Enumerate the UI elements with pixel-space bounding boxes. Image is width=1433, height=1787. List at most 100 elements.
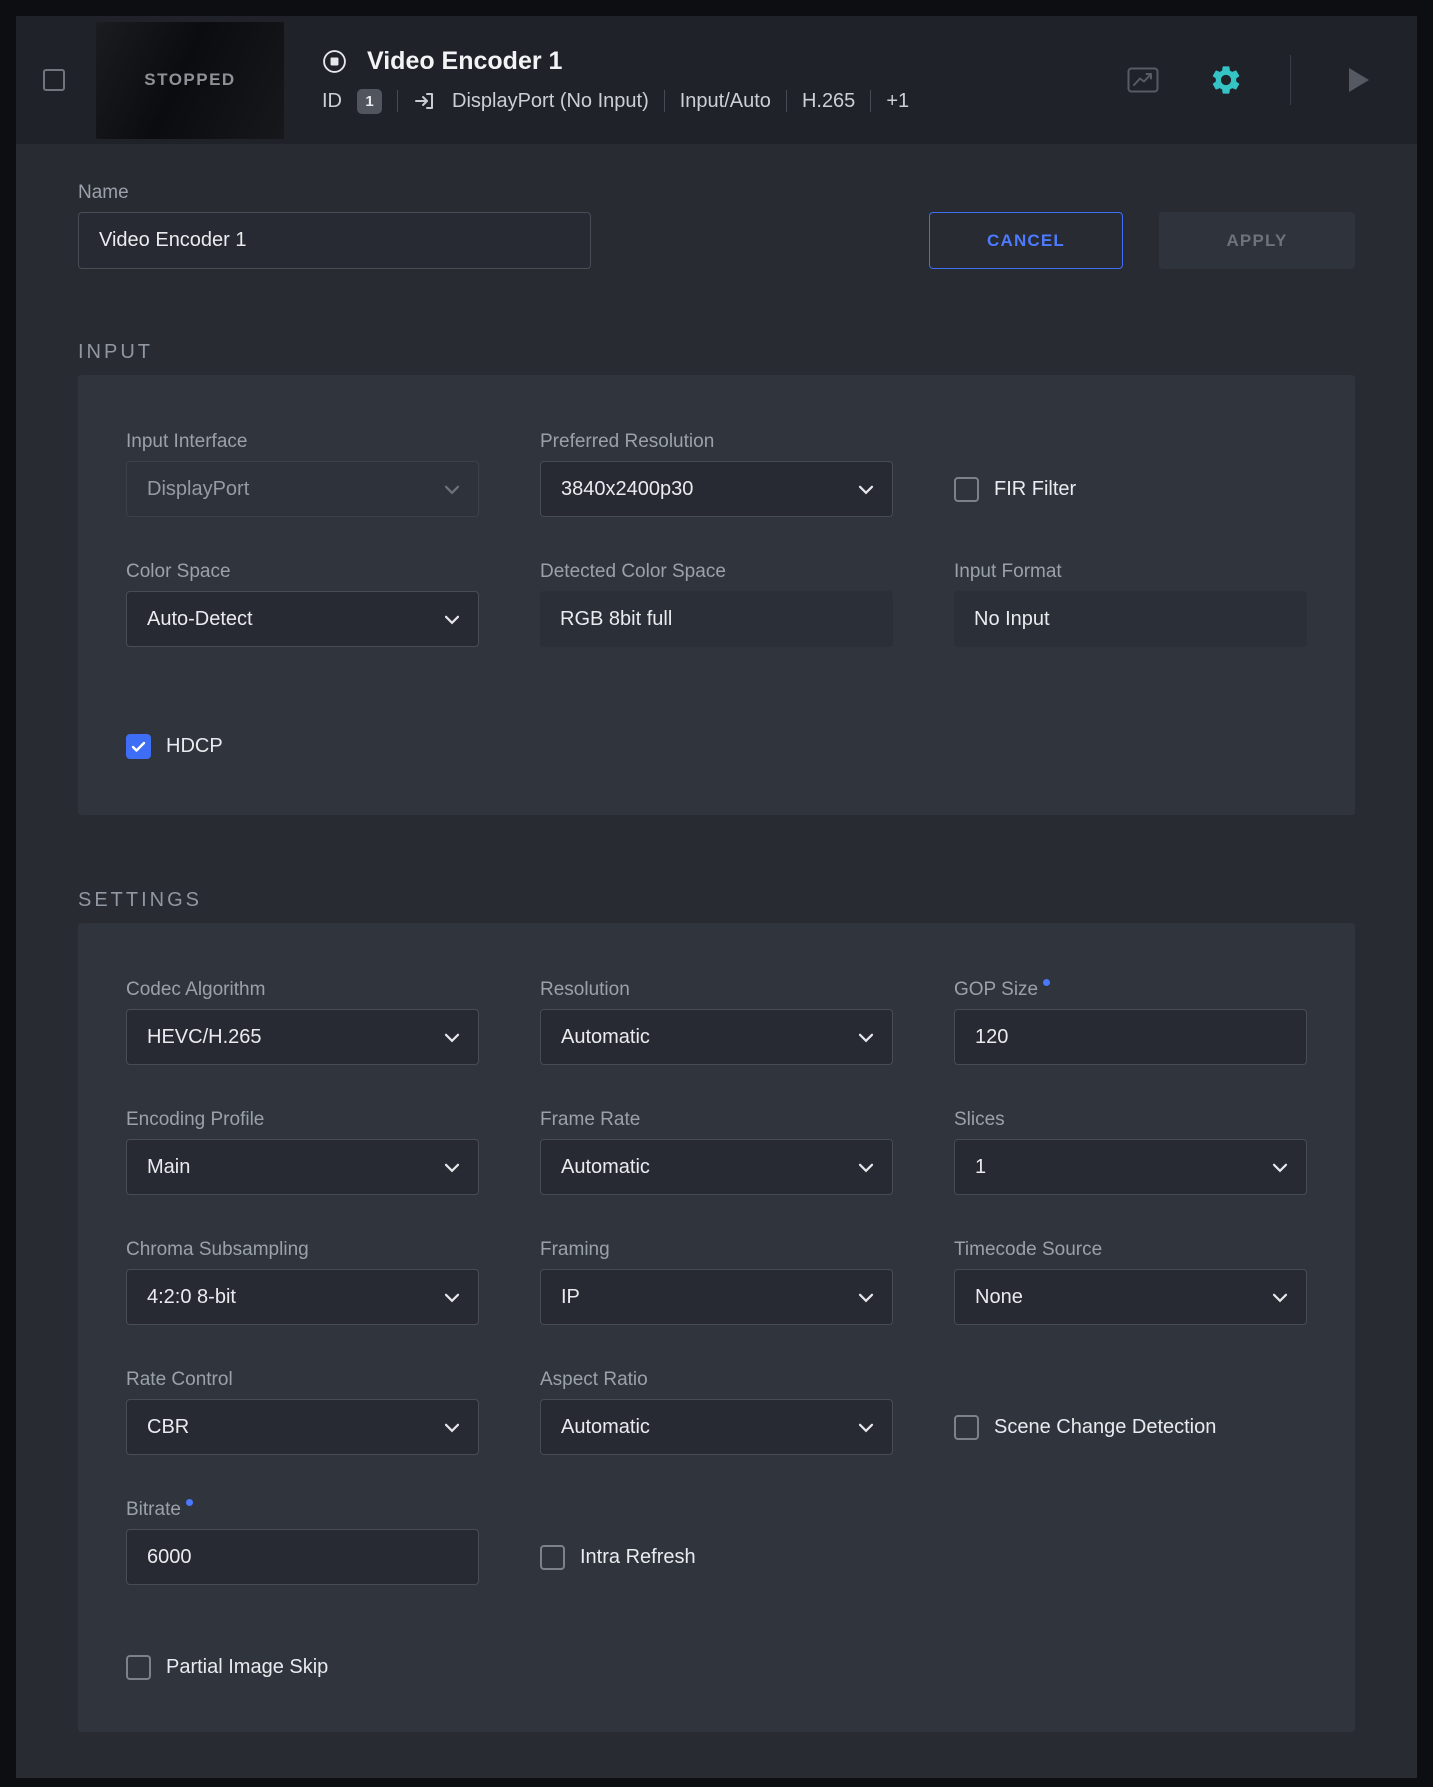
divider: [1290, 55, 1291, 105]
title-row: Video Encoder 1: [322, 47, 909, 76]
id-label: ID: [322, 90, 342, 113]
color-space-value: Auto-Detect: [147, 608, 253, 631]
cancel-button[interactable]: CANCEL: [929, 212, 1123, 269]
input-interface-field: Input Interface DisplayPort: [126, 431, 479, 517]
chevron-down-icon: [444, 1163, 460, 1173]
checkbox-box[interactable]: [126, 1655, 151, 1680]
input-interface-label: Input Interface: [126, 431, 479, 453]
settings-panel: Codec Algorithm HEVC/H.265 Resolution Au…: [78, 923, 1355, 1732]
scene-change-detection-label: Scene Change Detection: [994, 1416, 1216, 1439]
frame-rate-field: Frame Rate Automatic: [540, 1109, 893, 1195]
checkbox-box[interactable]: [954, 1415, 979, 1440]
encoder-header: STOPPED Video Encoder 1 ID 1: [16, 16, 1417, 144]
divider: [664, 90, 665, 112]
checkbox-box[interactable]: [126, 734, 151, 759]
detected-color-space-field: Detected Color Space RGB 8bit full: [540, 561, 893, 647]
title-block: Video Encoder 1 ID 1 DisplayPort (No Inp…: [322, 47, 909, 114]
aspect-ratio-select[interactable]: Automatic: [540, 1399, 893, 1455]
aspect-ratio-value: Automatic: [561, 1416, 650, 1439]
slices-select[interactable]: 1: [954, 1139, 1307, 1195]
resolution-select[interactable]: Automatic: [540, 1009, 893, 1065]
codec-algorithm-value: HEVC/H.265: [147, 1026, 262, 1049]
chevron-down-icon: [1272, 1293, 1288, 1303]
bitrate-label: Bitrate: [126, 1499, 479, 1521]
fir-filter-label: FIR Filter: [994, 478, 1076, 501]
stats-icon[interactable]: [1127, 66, 1159, 94]
resolution-value: Automatic: [561, 1026, 650, 1049]
partial-image-skip-checkbox[interactable]: Partial Image Skip: [126, 1655, 1307, 1680]
rate-control-value: CBR: [147, 1416, 189, 1439]
meta-row: ID 1 DisplayPort (No Input) Input/Auto H…: [322, 89, 909, 114]
chevron-down-icon: [858, 1293, 874, 1303]
modified-dot: [1043, 979, 1050, 986]
frame-rate-label: Frame Rate: [540, 1109, 893, 1131]
settings-gear-icon[interactable]: [1209, 63, 1243, 97]
encoding-profile-value: Main: [147, 1156, 190, 1179]
partial-image-skip-label: Partial Image Skip: [166, 1656, 328, 1679]
play-icon[interactable]: [1347, 66, 1371, 94]
detected-color-space-value: RGB 8bit full: [540, 591, 893, 647]
chevron-down-icon: [444, 615, 460, 625]
hdcp-label: HDCP: [166, 735, 223, 758]
bitrate-input[interactable]: [126, 1529, 479, 1585]
preferred-resolution-select[interactable]: 3840x2400p30: [540, 461, 893, 517]
settings-grid: Codec Algorithm HEVC/H.265 Resolution Au…: [126, 979, 1307, 1585]
meta-more: +1: [886, 90, 909, 113]
meta-mode: Input/Auto: [680, 90, 771, 113]
aspect-ratio-field: Aspect Ratio Automatic: [540, 1369, 893, 1455]
gop-size-input[interactable]: [954, 1009, 1307, 1065]
slices-field: Slices 1: [954, 1109, 1307, 1195]
settings-section-title: SETTINGS: [78, 887, 1355, 913]
chevron-down-icon: [858, 1163, 874, 1173]
input-interface-select[interactable]: DisplayPort: [126, 461, 479, 517]
preview-thumbnail: STOPPED: [96, 22, 284, 139]
gop-size-field: GOP Size: [954, 979, 1307, 1065]
color-space-select[interactable]: Auto-Detect: [126, 591, 479, 647]
checkbox-box[interactable]: [540, 1545, 565, 1570]
encoding-profile-select[interactable]: Main: [126, 1139, 479, 1195]
check-icon: [131, 741, 146, 753]
name-input[interactable]: [78, 212, 591, 269]
rate-control-label: Rate Control: [126, 1369, 479, 1391]
preferred-resolution-label: Preferred Resolution: [540, 431, 893, 453]
color-space-label: Color Space: [126, 561, 479, 583]
status-badge: STOPPED: [144, 70, 235, 90]
input-format-value: No Input: [954, 591, 1307, 647]
codec-algorithm-field: Codec Algorithm HEVC/H.265: [126, 979, 479, 1065]
checkbox-box[interactable]: [954, 477, 979, 502]
input-format-label: Input Format: [954, 561, 1307, 583]
hdcp-checkbox[interactable]: HDCP: [126, 734, 1307, 759]
encoding-profile-field: Encoding Profile Main: [126, 1109, 479, 1195]
chroma-subsampling-label: Chroma Subsampling: [126, 1239, 479, 1261]
chroma-subsampling-select[interactable]: 4:2:0 8-bit: [126, 1269, 479, 1325]
name-label: Name: [78, 182, 591, 204]
fir-filter-checkbox[interactable]: FIR Filter: [954, 461, 1307, 517]
chevron-down-icon: [858, 1033, 874, 1043]
gop-size-label: GOP Size: [954, 979, 1307, 1001]
input-panel: Input Interface DisplayPort Preferred Re…: [78, 375, 1355, 815]
chevron-down-icon: [1272, 1163, 1288, 1173]
action-buttons: CANCEL APPLY: [929, 212, 1355, 269]
timecode-source-value: None: [975, 1286, 1023, 1309]
input-format-field: Input Format No Input: [954, 561, 1307, 647]
timecode-source-field: Timecode Source None: [954, 1239, 1307, 1325]
select-encoder-checkbox[interactable]: [43, 69, 65, 91]
detected-color-space-label: Detected Color Space: [540, 561, 893, 583]
header-actions: [1127, 55, 1371, 105]
divider: [397, 90, 398, 112]
framing-select[interactable]: IP: [540, 1269, 893, 1325]
codec-algorithm-select[interactable]: HEVC/H.265: [126, 1009, 479, 1065]
framing-field: Framing IP: [540, 1239, 893, 1325]
frame-rate-select[interactable]: Automatic: [540, 1139, 893, 1195]
scene-change-detection-checkbox[interactable]: Scene Change Detection: [954, 1399, 1307, 1455]
apply-button[interactable]: APPLY: [1159, 212, 1355, 269]
timecode-source-select[interactable]: None: [954, 1269, 1307, 1325]
encoder-content: Name CANCEL APPLY INPUT Input Interface …: [16, 182, 1417, 1732]
rate-control-select[interactable]: CBR: [126, 1399, 479, 1455]
resolution-label: Resolution: [540, 979, 893, 1001]
chroma-subsampling-value: 4:2:0 8-bit: [147, 1286, 236, 1309]
preferred-resolution-field: Preferred Resolution 3840x2400p30: [540, 431, 893, 517]
bitrate-field: Bitrate: [126, 1499, 479, 1585]
intra-refresh-checkbox[interactable]: Intra Refresh: [540, 1529, 893, 1585]
modified-dot: [186, 1499, 193, 1506]
